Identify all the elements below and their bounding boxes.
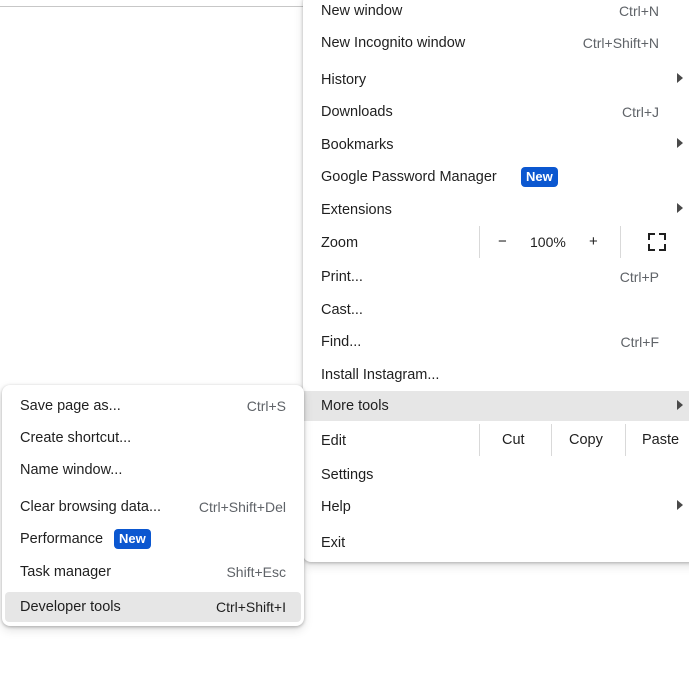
zoom-level-value: 100%: [530, 234, 566, 250]
shortcut-text: Ctrl+Shift+Del: [198, 499, 286, 515]
submenu-item-task-manager[interactable]: Task manager Shift+Esc: [2, 559, 304, 585]
menu-item-label: Developer tools: [20, 599, 121, 615]
submenu-item-developer-tools[interactable]: Developer tools Ctrl+Shift+I: [5, 592, 301, 622]
menu-item-label: Task manager: [20, 564, 112, 580]
cut-button[interactable]: Cut: [502, 432, 525, 448]
menu-item-label: Print...: [321, 269, 363, 285]
menu-item-label: Exit: [321, 535, 346, 551]
menu-item-label: Bookmarks: [321, 137, 394, 153]
submenu-arrow-icon: [677, 73, 683, 83]
shortcut-text: Ctrl+F: [620, 334, 660, 350]
menu-item-zoom: Zoom − 100% +: [303, 225, 689, 259]
shortcut-text: Ctrl+Shift+I: [215, 599, 286, 615]
copy-button[interactable]: Copy: [569, 432, 603, 448]
zoom-in-button[interactable]: +: [589, 233, 598, 250]
menu-item-label: Google Password Manager: [321, 169, 497, 185]
zoom-out-button[interactable]: −: [498, 233, 507, 250]
menu-item-new-window[interactable]: New window Ctrl+N: [303, 0, 689, 22]
submenu-arrow-icon: [677, 138, 683, 148]
menu-item-label: Name window...: [20, 462, 123, 478]
menu-item-new-incognito-window[interactable]: New Incognito window Ctrl+Shift+N: [303, 30, 689, 56]
chrome-main-menu: New window Ctrl+N New Incognito window C…: [303, 0, 689, 562]
menu-item-settings[interactable]: Settings: [303, 462, 689, 488]
divider: [620, 226, 621, 258]
menu-item-label: Clear browsing data...: [20, 499, 162, 515]
more-tools-submenu: Save page as... Ctrl+S Create shortcut..…: [2, 385, 304, 626]
menu-item-label: New window: [321, 3, 403, 19]
menu-item-help[interactable]: Help: [303, 494, 689, 520]
menu-item-label: Install Instagram...: [321, 367, 440, 383]
menu-item-label: Zoom: [321, 235, 359, 251]
shortcut-text: Shift+Esc: [226, 564, 286, 580]
menu-item-label: Extensions: [321, 202, 392, 218]
menu-item-label: Save page as...: [20, 398, 121, 414]
menu-item-extensions[interactable]: Extensions: [303, 197, 689, 223]
divider: [479, 424, 480, 456]
menu-item-cast[interactable]: Cast...: [303, 297, 689, 323]
shortcut-text: Ctrl+P: [619, 269, 659, 285]
menu-item-downloads[interactable]: Downloads Ctrl+J: [303, 99, 689, 125]
new-badge: New: [521, 167, 558, 187]
menu-item-label: Performance: [20, 531, 104, 547]
submenu-item-performance[interactable]: Performance New: [2, 526, 304, 552]
menu-item-more-tools[interactable]: More tools: [303, 391, 689, 421]
menu-item-print[interactable]: Print... Ctrl+P: [303, 264, 689, 290]
paste-button[interactable]: Paste: [642, 432, 679, 448]
menu-item-bookmarks[interactable]: Bookmarks: [303, 132, 689, 158]
divider: [551, 424, 552, 456]
shortcut-text: Ctrl+Shift+N: [582, 35, 659, 51]
page-divider: [0, 6, 303, 7]
menu-item-label: Find...: [321, 334, 362, 350]
menu-item-history[interactable]: History: [303, 67, 689, 93]
menu-item-label: Settings: [321, 467, 374, 483]
menu-item-label: Create shortcut...: [20, 430, 132, 446]
menu-item-label: Cast...: [321, 302, 363, 318]
submenu-arrow-icon: [677, 500, 683, 510]
shortcut-text: Ctrl+J: [622, 104, 659, 120]
divider: [625, 424, 626, 456]
submenu-item-name-window[interactable]: Name window...: [2, 457, 304, 483]
menu-item-label: More tools: [321, 398, 389, 414]
menu-item-exit[interactable]: Exit: [303, 530, 689, 556]
submenu-item-create-shortcut[interactable]: Create shortcut...: [2, 425, 304, 451]
submenu-item-save-page-as[interactable]: Save page as... Ctrl+S: [2, 393, 304, 419]
menu-item-label: New Incognito window: [321, 35, 466, 51]
new-badge: New: [114, 529, 151, 549]
menu-item-install-instagram[interactable]: Install Instagram...: [303, 362, 689, 388]
menu-item-label: History: [321, 72, 367, 88]
shortcut-text: Ctrl+N: [618, 3, 659, 19]
menu-item-label: Edit: [321, 433, 346, 449]
submenu-arrow-icon: [677, 203, 683, 213]
menu-item-find[interactable]: Find... Ctrl+F: [303, 329, 689, 355]
fullscreen-icon[interactable]: [648, 233, 666, 251]
menu-item-label: Help: [321, 499, 351, 515]
shortcut-text: Ctrl+S: [246, 398, 286, 414]
submenu-item-clear-browsing-data[interactable]: Clear browsing data... Ctrl+Shift+Del: [2, 494, 304, 520]
submenu-arrow-icon: [677, 400, 683, 410]
divider: [479, 226, 480, 258]
menu-item-edit: Edit Cut Copy Paste: [303, 423, 689, 457]
menu-item-label: Downloads: [321, 104, 393, 120]
menu-item-google-password-manager[interactable]: Google Password Manager New: [303, 164, 689, 190]
